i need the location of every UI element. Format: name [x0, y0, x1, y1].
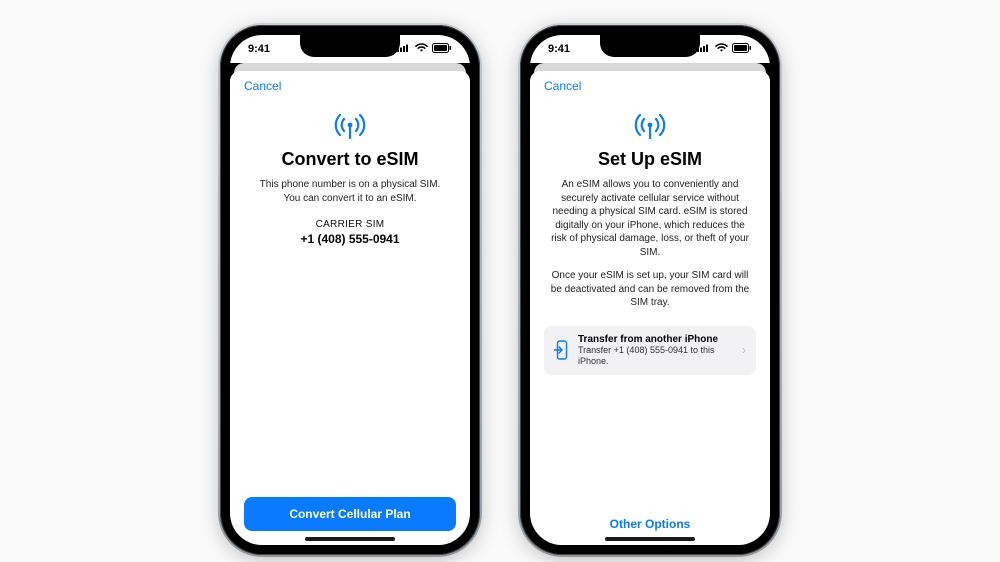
convert-button[interactable]: Convert Cellular Plan [244, 497, 456, 531]
cellular-antenna-icon [633, 111, 667, 141]
home-indicator[interactable] [605, 537, 695, 541]
page-description-2: Once your eSIM is set up, your SIM card … [544, 269, 756, 310]
home-indicator[interactable] [305, 537, 395, 541]
cancel-button[interactable]: Cancel [544, 79, 581, 93]
battery-icon [432, 43, 452, 56]
battery-icon [732, 43, 752, 56]
carrier-number: +1 (408) 555-0941 [300, 232, 399, 246]
status-indicators [397, 43, 452, 56]
hero-section: Convert to eSIM This phone number is on … [244, 111, 456, 246]
transfer-option-card[interactable]: Transfer from another iPhone Transfer +1… [544, 326, 756, 376]
modal-sheet: Cancel [530, 71, 770, 545]
transfer-icon [554, 340, 570, 360]
notch [600, 35, 700, 57]
page-description-1: An eSIM allows you to conveniently and s… [544, 178, 756, 259]
page-description: This phone number is on a physical SIM. … [244, 178, 456, 205]
option-subtitle: Transfer +1 (408) 555-0941 to this iPhon… [578, 345, 734, 368]
status-time: 9:41 [248, 43, 270, 55]
phone-right: 9:41 Cancel [520, 25, 780, 555]
wifi-icon [415, 43, 428, 55]
screen: 9:41 Cancel [530, 35, 770, 545]
other-options-button[interactable]: Other Options [544, 507, 756, 535]
phone-left: 9:41 Cancel [220, 25, 480, 555]
modal-stack: Cancel [230, 63, 470, 545]
wifi-icon [715, 43, 728, 55]
hero-section: Set Up eSIM An eSIM allows you to conven… [544, 111, 756, 310]
status-indicators [697, 43, 752, 56]
cancel-button[interactable]: Cancel [244, 79, 281, 93]
carrier-label: CARRIER SIM [316, 219, 385, 230]
status-time: 9:41 [548, 43, 570, 55]
page-title: Set Up eSIM [598, 149, 702, 170]
page-title: Convert to eSIM [281, 149, 418, 170]
notch [300, 35, 400, 57]
cellular-antenna-icon [333, 111, 367, 141]
screen: 9:41 Cancel [230, 35, 470, 545]
option-title: Transfer from another iPhone [578, 334, 734, 345]
modal-stack: Cancel [530, 63, 770, 545]
chevron-right-icon: › [742, 343, 746, 357]
modal-sheet: Cancel [230, 71, 470, 545]
